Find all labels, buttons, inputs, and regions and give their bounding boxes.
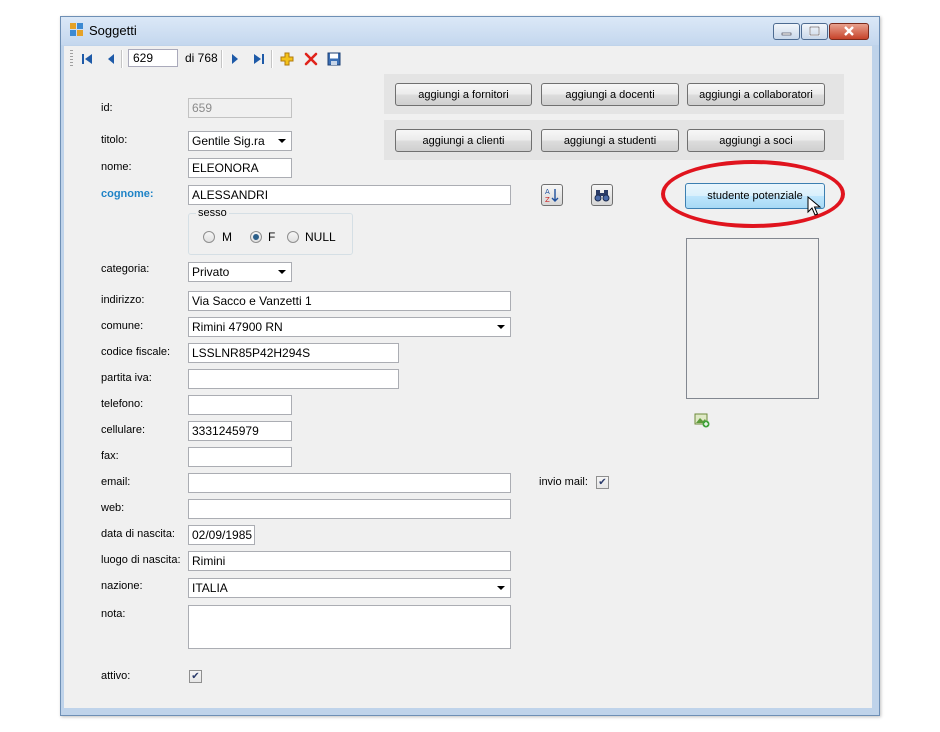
svg-text:Z: Z <box>545 196 550 203</box>
sesso-option-null: NULL <box>305 230 336 244</box>
nazione-select[interactable]: ITALIA <box>188 578 511 598</box>
comune-value: Rimini 47900 RN <box>192 320 283 334</box>
window-title: Soggetti <box>89 23 137 38</box>
sesso-radio-null[interactable] <box>287 231 299 243</box>
comune-label: comune: <box>101 320 144 332</box>
sesso-option-f: F <box>268 230 276 244</box>
dropdown-arrow-icon[interactable] <box>278 270 286 274</box>
nome-label: nome: <box>101 161 132 173</box>
titolo-label: titolo: <box>101 134 128 146</box>
add-to-collaboratori-button[interactable]: aggiungi a collaboratori <box>687 83 825 106</box>
partita-iva-field[interactable] <box>188 369 399 389</box>
dropdown-arrow-icon[interactable] <box>497 586 505 590</box>
invio-mail-label: invio mail: <box>539 476 588 488</box>
app-icon <box>70 23 84 36</box>
id-field: 659 <box>188 98 292 118</box>
categoria-value: Privato <box>192 265 230 279</box>
close-button[interactable] <box>829 23 869 40</box>
record-position-input[interactable]: 629 <box>128 49 178 67</box>
previous-record-icon[interactable] <box>103 51 119 67</box>
attivo-label: attivo: <box>101 670 131 682</box>
add-to-fornitori-button[interactable]: aggiungi a fornitori <box>395 83 532 106</box>
fax-label: fax: <box>101 450 119 462</box>
svg-text:A: A <box>545 188 550 196</box>
comune-select[interactable]: Rimini 47900 RN <box>188 317 511 337</box>
next-record-icon[interactable] <box>227 51 243 67</box>
indirizzo-label: indirizzo: <box>101 294 145 306</box>
codice-fiscale-label: codice fiscale: <box>101 346 171 358</box>
add-to-docenti-button[interactable]: aggiungi a docenti <box>541 83 679 106</box>
sort-az-icon[interactable]: AZ <box>541 184 563 206</box>
invio-mail-checkbox[interactable]: ✔ <box>596 476 609 489</box>
first-record-icon[interactable] <box>79 51 95 67</box>
categoria-select[interactable]: Privato <box>188 262 292 282</box>
email-label: email: <box>101 476 131 488</box>
id-label: id: <box>101 102 113 114</box>
nota-label: nota: <box>101 608 126 620</box>
cognome-label: cognome: <box>101 188 154 200</box>
sesso-group-label: sesso <box>196 207 229 219</box>
last-record-icon[interactable] <box>251 51 267 67</box>
dropdown-arrow-icon[interactable] <box>497 325 505 329</box>
record-count-label: di 768 <box>185 51 218 65</box>
delete-record-icon[interactable] <box>303 51 319 67</box>
attivo-checkbox[interactable]: ✔ <box>189 670 202 683</box>
nome-field[interactable]: ELEONORA <box>188 158 292 178</box>
telefono-field[interactable] <box>188 395 292 415</box>
titolo-value: Gentile Sig.ra <box>192 134 265 148</box>
title-bar[interactable] <box>61 17 879 45</box>
data-nascita-label: data di nascita: <box>101 528 175 540</box>
sesso-option-m: M <box>222 230 232 244</box>
cellulare-label: cellulare: <box>101 424 146 436</box>
nota-textarea[interactable] <box>188 605 511 649</box>
mouse-cursor-icon <box>807 195 823 218</box>
categoria-label: categoria: <box>101 263 150 275</box>
telefono-label: telefono: <box>101 398 144 410</box>
email-field[interactable] <box>188 473 511 493</box>
add-to-studenti-button[interactable]: aggiungi a studenti <box>541 129 679 152</box>
minimize-button[interactable] <box>773 23 800 40</box>
luogo-nascita-label: luogo di nascita: <box>101 554 181 566</box>
web-field[interactable] <box>188 499 511 519</box>
indirizzo-field[interactable]: Via Sacco e Vanzetti 1 <box>188 291 511 311</box>
add-image-icon[interactable] <box>694 412 710 428</box>
fax-field[interactable] <box>188 447 292 467</box>
cellulare-field[interactable]: 3331245979 <box>188 421 292 441</box>
partita-iva-label: partita iva: <box>101 372 152 384</box>
photo-box[interactable] <box>686 238 819 399</box>
sesso-radio-f[interactable] <box>250 231 262 243</box>
nazione-label: nazione: <box>101 580 143 592</box>
sesso-radio-m[interactable] <box>203 231 215 243</box>
toolstrip-separator <box>221 50 223 68</box>
cognome-field[interactable]: ALESSANDRI <box>188 185 511 205</box>
luogo-nascita-field[interactable]: Rimini <box>188 551 511 571</box>
toolstrip-separator <box>121 50 123 68</box>
binoculars-search-icon[interactable] <box>591 184 613 206</box>
toolstrip-grip[interactable] <box>70 50 73 68</box>
web-label: web: <box>101 502 125 514</box>
dropdown-arrow-icon[interactable] <box>278 139 286 143</box>
data-nascita-field[interactable]: 02/09/1985 <box>188 525 255 545</box>
maximize-button[interactable] <box>801 23 828 40</box>
add-record-icon[interactable] <box>279 51 295 67</box>
save-icon[interactable] <box>326 51 342 67</box>
add-to-clienti-button[interactable]: aggiungi a clienti <box>395 129 532 152</box>
titolo-select[interactable]: Gentile Sig.ra <box>188 131 292 151</box>
toolstrip-separator <box>271 50 273 68</box>
add-to-soci-button[interactable]: aggiungi a soci <box>687 129 825 152</box>
codice-fiscale-field[interactable]: LSSLNR85P42H294S <box>188 343 399 363</box>
nazione-value: ITALIA <box>192 581 228 595</box>
